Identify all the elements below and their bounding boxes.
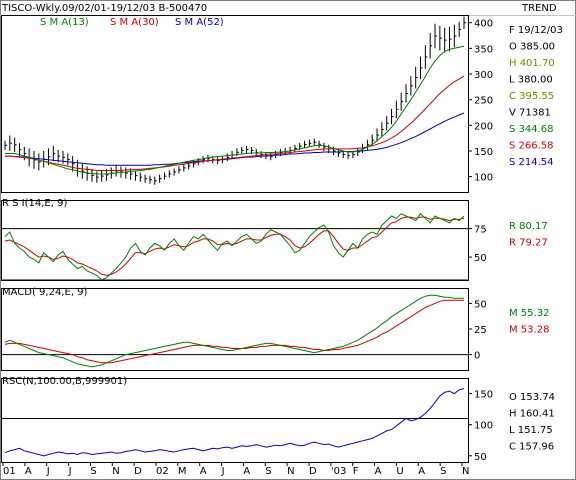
- legend-sma13: S M A(13): [40, 17, 89, 28]
- readout-value: H 160.41: [509, 409, 555, 420]
- ytick-label: 100: [474, 421, 493, 432]
- rsc-title: RSC(N,100.00,B,999901): [2, 376, 127, 387]
- x-axis-label: '03: [331, 466, 346, 477]
- legend-sma52: S M A(52): [175, 17, 224, 28]
- ytick-label: 200: [474, 121, 493, 132]
- x-axis-label: S: [265, 466, 271, 477]
- x-axis-label: N: [287, 466, 294, 477]
- ytick-label: 250: [474, 96, 493, 107]
- ytick-label: 75: [474, 225, 487, 236]
- chart-title: TISCO-Wkly.09/02/01-19/12/03 B-500470: [1, 3, 207, 14]
- readout-value: F 19/12/03: [509, 25, 563, 36]
- readout-value: O 153.74: [509, 392, 555, 403]
- x-axis-label: J: [68, 466, 72, 477]
- x-axis-label: 02: [156, 466, 169, 477]
- macd-title: MACD( 9,24,E, 9): [2, 287, 88, 298]
- readout-value: S 214.54: [509, 157, 554, 168]
- readout-value: C 157.96: [509, 442, 554, 453]
- label-layer: TISCO-Wkly.09/02/01-19/12/03 B-500470 TR…: [1, 3, 563, 477]
- ytick-label: 50: [474, 299, 487, 310]
- panel-0-frame: [1, 15, 469, 193]
- rsi-line: [4, 212, 465, 281]
- rsc-line: [4, 388, 465, 457]
- rsi-title: R S I(14,E, 9): [2, 198, 67, 209]
- series-layer: [4, 16, 466, 457]
- x-axis-label: A: [418, 466, 425, 477]
- readout-value: O 385.00: [509, 42, 555, 53]
- panel-1-frame: [1, 200, 469, 281]
- readout-value: L 151.75: [509, 425, 553, 436]
- panel-2-frame: [1, 288, 469, 371]
- reference-lines: [1, 22, 472, 466]
- x-axis-label: A: [25, 466, 32, 477]
- rsi-signal-line: [4, 216, 465, 276]
- x-axis-label: M: [178, 466, 187, 477]
- stock-chart: TISCO-Wkly.09/02/01-19/12/03 B-500470 TR…: [0, 0, 576, 480]
- readout-value: M 53.28: [509, 325, 549, 336]
- macd-signal-line: [4, 299, 464, 364]
- x-axis-label: S: [440, 466, 446, 477]
- x-axis-label: D: [134, 466, 142, 477]
- readout-value: L 380.00: [509, 75, 553, 86]
- x-axis-label: N: [462, 466, 469, 477]
- ytick-label: 300: [474, 70, 493, 81]
- x-axis-label: A: [375, 466, 382, 477]
- x-axis-label: J: [46, 466, 50, 477]
- readout-value: C 395.55: [509, 91, 554, 102]
- x-axis-label: A: [200, 466, 207, 477]
- x-axis-label: J: [221, 466, 225, 477]
- macd-line: [4, 294, 464, 368]
- ytick-label: 400: [474, 19, 493, 30]
- x-axis-label: D: [309, 466, 317, 477]
- x-axis-label: A: [243, 466, 250, 477]
- readout-value: V 71381: [509, 108, 551, 119]
- sma13-line: [5, 45, 465, 175]
- ytick-label: 150: [474, 147, 493, 158]
- x-axis-label: F: [353, 466, 359, 477]
- ytick-label: 100: [474, 173, 493, 184]
- readout-value: H 401.70: [509, 58, 555, 69]
- x-axis-label: U: [396, 466, 403, 477]
- readout-value: S 266.58: [509, 141, 554, 152]
- readout-value: S 344.68: [509, 124, 554, 135]
- legend-sma30: S M A(30): [110, 17, 159, 28]
- ytick-label: 50: [474, 253, 487, 264]
- readout-value: M 55.32: [509, 308, 549, 319]
- panel-3-frame: [1, 378, 469, 463]
- ytick-label: 0: [474, 351, 480, 362]
- ytick-label: 50: [474, 452, 487, 463]
- x-axis-label: N: [112, 466, 119, 477]
- ytick-label: 25: [474, 325, 487, 336]
- trend-label: TREND: [521, 3, 557, 14]
- x-axis-label: 01: [3, 466, 16, 477]
- ytick-label: 150: [474, 390, 493, 401]
- x-axis-label: S: [90, 466, 96, 477]
- readout-value: R 79.27: [509, 238, 548, 249]
- ytick-label: 350: [474, 44, 493, 55]
- readout-value: R 80.17: [509, 221, 548, 232]
